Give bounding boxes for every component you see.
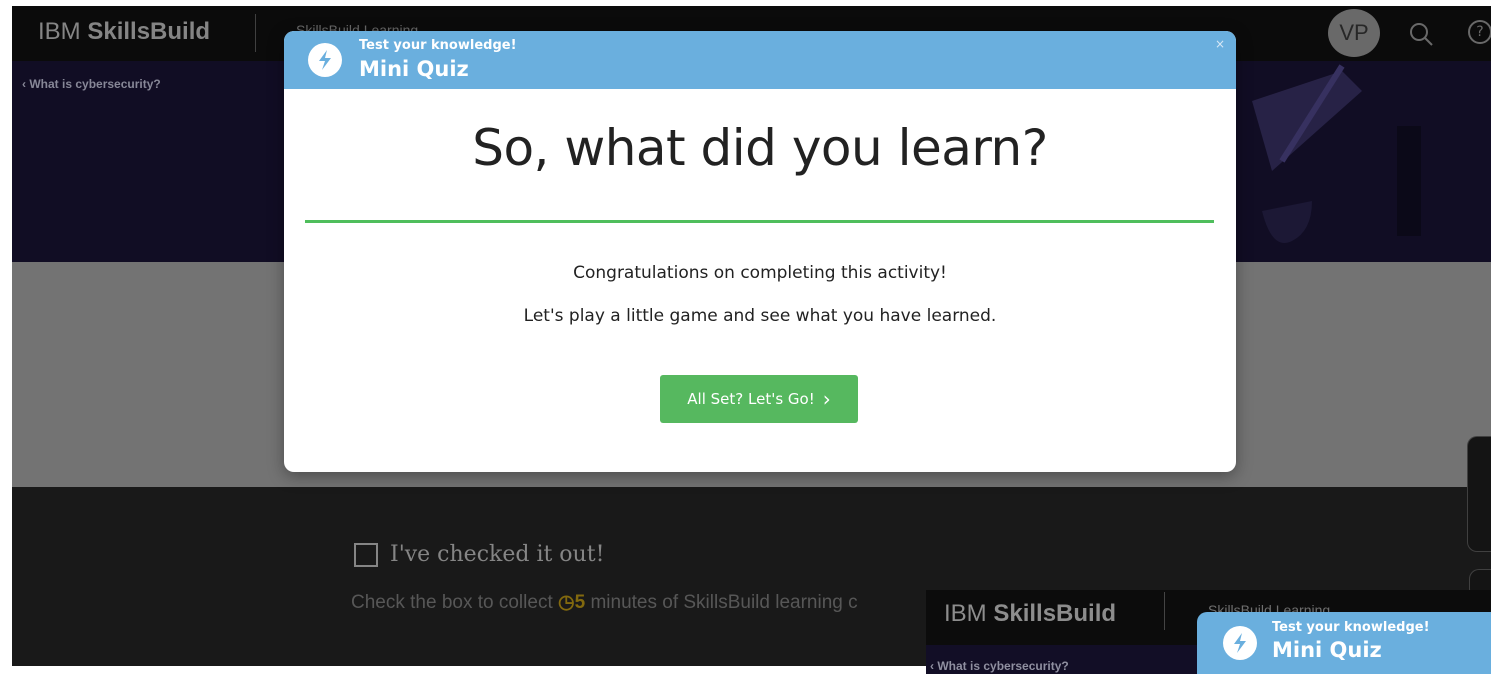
chevron-right-icon: ›: [822, 387, 831, 411]
bolt-icon: [1223, 626, 1257, 660]
thumbnail-divider: [1164, 592, 1165, 630]
modal-heading: So, what did you learn?: [472, 119, 1048, 177]
page: IBM SkillsBuild SkillsBuild Learning VP …: [0, 0, 1491, 674]
thumbnail-brand-name: SkillsBuild: [993, 600, 1117, 627]
preview-thumbnail[interactable]: IBM SkillsBuild SkillsBuild Learning ‹ W…: [926, 590, 1491, 674]
game-message: Let's play a little game and see what yo…: [523, 306, 997, 326]
mini-quiz-modal: Test your knowledge! Mini Quiz × So, wha…: [284, 31, 1236, 472]
start-quiz-button[interactable]: All Set? Let's Go! ›: [660, 375, 858, 423]
modal-header: Test your knowledge! Mini Quiz ×: [284, 31, 1236, 89]
close-icon[interactable]: ×: [1215, 37, 1225, 51]
thumbnail-breadcrumb: ‹ What is cybersecurity?: [930, 659, 1069, 673]
thumbnail-brand: IBM SkillsBuild: [944, 600, 1116, 628]
congrats-message: Congratulations on completing this activ…: [573, 263, 947, 283]
heading-divider: [305, 220, 1214, 223]
thumbnail-breadcrumb-label: What is cybersecurity?: [937, 659, 1069, 673]
start-quiz-label: All Set? Let's Go!: [687, 390, 815, 408]
modal-subtitle: Test your knowledge!: [359, 38, 517, 53]
thumbnail-brand-prefix: IBM: [944, 600, 987, 627]
modal-title: Mini Quiz: [359, 57, 469, 81]
bolt-icon: [308, 43, 342, 77]
thumbnail-modal-header: Test your knowledge! Mini Quiz: [1197, 612, 1491, 674]
thumbnail-modal-subtitle: Test your knowledge!: [1272, 620, 1430, 635]
thumbnail-modal-title: Mini Quiz: [1272, 638, 1382, 662]
